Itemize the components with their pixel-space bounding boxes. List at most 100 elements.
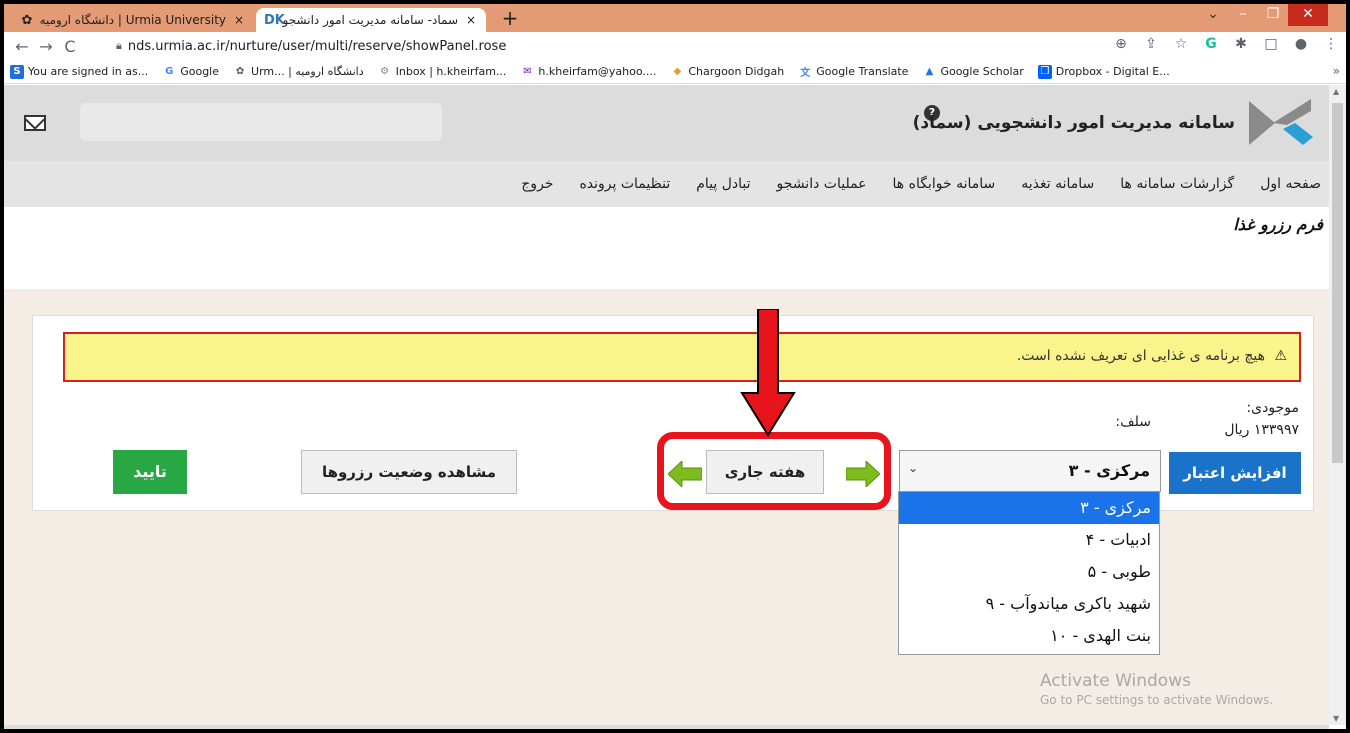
dropdown-option[interactable]: شهید باکری میاندوآب - ۹ bbox=[899, 588, 1159, 620]
page-title: فرم رزرو غذا bbox=[1233, 215, 1323, 234]
bookmark-item[interactable]: ▲ Google Scholar bbox=[922, 65, 1024, 79]
new-tab-button[interactable]: + bbox=[498, 8, 522, 30]
menu-item-messages[interactable]: تبادل پیام bbox=[696, 176, 750, 192]
close-window-button[interactable]: ✕ bbox=[1288, 4, 1328, 26]
dropdown-option[interactable]: بنت الهدی - ۱۰ bbox=[899, 620, 1159, 652]
minimize-button[interactable]: – bbox=[1228, 4, 1258, 26]
scroll-up-icon[interactable]: ▲ bbox=[1333, 87, 1339, 96]
university-crest-icon: ✿ bbox=[21, 12, 33, 28]
arrow-right-icon[interactable] bbox=[846, 461, 880, 487]
scholar-icon: ▲ bbox=[925, 66, 934, 77]
scroll-down-icon[interactable]: ▼ bbox=[1333, 714, 1339, 723]
browser-toolbar: ← → C 🔒︎ nds.urmia.ac.ir/nurture/user/mu… bbox=[4, 32, 1346, 60]
tab-title: سماد- سامانه مدیریت امور دانشجو bbox=[282, 13, 458, 27]
side-panel-icon[interactable]: □ bbox=[1260, 36, 1282, 52]
mail-icon: ✉ bbox=[523, 66, 532, 77]
page-content: ? سامانه مدیریت امور دانشجویی (سماد) صفح… bbox=[4, 85, 1329, 725]
menu-item-dormitory[interactable]: سامانه خوابگاه ها bbox=[893, 176, 996, 192]
url-text: nds.urmia.ac.ir/nurture/user/multi/reser… bbox=[127, 38, 507, 54]
extensions-icon[interactable]: ✱ bbox=[1230, 36, 1252, 52]
bookmark-label: Urm... | دانشگاه ارومیه bbox=[251, 65, 364, 78]
maximize-button[interactable]: ❐ bbox=[1258, 4, 1288, 26]
vertical-scrollbar[interactable]: ▲ ▼ bbox=[1329, 85, 1346, 725]
watermark-subtitle: Go to PC settings to activate Windows. bbox=[1040, 693, 1274, 707]
bookmark-item[interactable]: 文 Google Translate bbox=[798, 65, 908, 79]
back-button[interactable]: ← bbox=[10, 37, 34, 56]
bookmark-label: Chargoon Didgah bbox=[688, 65, 785, 78]
dropdown-option[interactable]: طوبی - ۵ bbox=[899, 556, 1159, 588]
tab-close-icon[interactable]: × bbox=[232, 13, 246, 27]
tab-strip: ✿ Urmia University | دانشگاه ارومیه × DK… bbox=[4, 4, 1346, 32]
google-icon: G bbox=[165, 66, 174, 77]
menu-item-logout[interactable]: خروج bbox=[521, 176, 553, 192]
watermark-title: Activate Windows bbox=[1040, 671, 1191, 691]
menu-kebab-icon[interactable]: ⋮ bbox=[1320, 36, 1342, 52]
zoom-icon[interactable]: ⊕ bbox=[1110, 36, 1132, 52]
bookmark-star-icon[interactable]: ☆ bbox=[1170, 36, 1192, 52]
reload-button[interactable]: C bbox=[58, 37, 82, 56]
balance-label: موجودی: bbox=[1246, 400, 1299, 416]
tab-urmia-university[interactable]: ✿ Urmia University | دانشگاه ارومیه × bbox=[10, 8, 254, 32]
tab-close-icon[interactable]: × bbox=[464, 13, 478, 27]
menu-item-student-ops[interactable]: عملیات دانشجو bbox=[777, 176, 867, 192]
self-dropdown-list: مرکزی - ۳ ادبیات - ۴ طوبی - ۵ شهید باکری… bbox=[898, 491, 1160, 655]
bookmark-item[interactable]: ◆ Chargoon Didgah bbox=[670, 65, 785, 79]
warning-triangle-icon: ⚠ bbox=[1274, 348, 1287, 364]
self-label: سلف: bbox=[1115, 414, 1151, 430]
menu-item-home[interactable]: صفحه اول bbox=[1260, 176, 1321, 192]
bookmark-label: Google Scholar bbox=[940, 65, 1024, 78]
confirm-button[interactable]: تایید bbox=[113, 450, 187, 494]
lock-icon: 🔒︎ bbox=[116, 39, 122, 52]
reservation-panel: ⚠ هیچ برنامه ی غذایی ای تعریف نشده است. … bbox=[32, 315, 1314, 511]
menu-item-nutrition[interactable]: سامانه تغذیه bbox=[1021, 176, 1094, 192]
browser-window: ✿ Urmia University | دانشگاه ارومیه × DK… bbox=[4, 4, 1346, 729]
address-bar[interactable]: 🔒︎ nds.urmia.ac.ir/nurture/user/multi/re… bbox=[116, 36, 1076, 56]
scroll-thumb[interactable] bbox=[1332, 103, 1343, 463]
university-crest-icon: ✿ bbox=[235, 66, 245, 77]
toolbar-icons: ⊕ ⇪ ☆ G ✱ □ ● ⋮ bbox=[1110, 36, 1342, 52]
tab-samad[interactable]: DK سماد- سامانه مدیریت امور دانشجو × bbox=[256, 8, 486, 32]
bookmark-item[interactable]: ✉ h.kheirfam@yahoo.... bbox=[520, 65, 656, 79]
current-week-button[interactable]: هفته جاری bbox=[706, 450, 824, 494]
arrow-left-icon[interactable] bbox=[668, 461, 702, 487]
bookmark-label: Dropbox - Digital E... bbox=[1055, 65, 1170, 78]
bookmark-label: Google bbox=[180, 65, 220, 78]
horizontal-scrollbar[interactable] bbox=[4, 725, 1329, 729]
bookmark-s-icon: S bbox=[10, 64, 24, 79]
profile-icon[interactable]: ● bbox=[1290, 36, 1312, 52]
bookmark-item[interactable]: G Google bbox=[162, 65, 219, 79]
dropbox-icon: ❒ bbox=[1037, 64, 1052, 79]
increase-credit-button[interactable]: افزایش اعتبار bbox=[1169, 452, 1301, 494]
warning-banner: ⚠ هیچ برنامه ی غذایی ای تعریف نشده است. bbox=[63, 332, 1301, 382]
bookmarks-bar: S You are signed in as... G Google ✿ Urm...… bbox=[4, 60, 1346, 84]
site-title: سامانه مدیریت امور دانشجویی (سماد) bbox=[912, 113, 1235, 133]
header-search-bar[interactable] bbox=[80, 103, 442, 141]
bookmark-label: Inbox | h.kheirfam... bbox=[395, 65, 507, 78]
dropdown-option[interactable]: مرکزی - ۳ bbox=[899, 492, 1159, 524]
bookmarks-more-icon[interactable]: » bbox=[1333, 64, 1340, 78]
bookmark-item[interactable]: ❒ Dropbox - Digital E... bbox=[1037, 64, 1170, 79]
tab-search-chevron-icon[interactable]: ⌄ bbox=[1198, 4, 1228, 26]
self-select-value: مرکزی - ۳ bbox=[1068, 461, 1150, 480]
form-title-bar: فرم رزرو غذا bbox=[4, 207, 1329, 289]
activate-windows-watermark: Activate Windows Go to PC settings to ac… bbox=[1040, 671, 1273, 707]
inbox-icon: ⚙ bbox=[380, 66, 390, 77]
menu-item-reports[interactable]: گزارشات سامانه ها bbox=[1120, 176, 1234, 192]
forward-button[interactable]: → bbox=[34, 37, 58, 56]
menu-item-profile-settings[interactable]: تنظیمات پرونده bbox=[579, 176, 670, 192]
dropdown-option[interactable]: ادبیات - ۴ bbox=[899, 524, 1159, 556]
bookmark-item[interactable]: S You are signed in as... bbox=[10, 64, 149, 79]
balance-value: ۱۳۳۹۹۷ ریال bbox=[1224, 422, 1299, 438]
bookmark-item[interactable]: ✿ Urm... | دانشگاه ارومیه bbox=[233, 65, 364, 79]
grammarly-icon[interactable]: G bbox=[1200, 36, 1222, 52]
bookmark-item[interactable]: ⚙ Inbox | h.kheirfam... bbox=[378, 65, 507, 79]
view-reservations-button[interactable]: مشاهده وضعیت رزروها bbox=[301, 450, 517, 494]
envelope-icon[interactable] bbox=[24, 115, 46, 131]
screenshot-frame: ✿ Urmia University | دانشگاه ارومیه × DK… bbox=[0, 0, 1350, 733]
window-controls: ⌄ – ❐ ✕ bbox=[1198, 4, 1328, 32]
samad-logo-icon bbox=[1249, 99, 1313, 145]
self-select[interactable]: مرکزی - ۳ ⌄ bbox=[899, 450, 1161, 492]
chevron-down-icon: ⌄ bbox=[908, 461, 919, 475]
bookmark-label: You are signed in as... bbox=[28, 65, 149, 78]
share-icon[interactable]: ⇪ bbox=[1140, 36, 1162, 52]
